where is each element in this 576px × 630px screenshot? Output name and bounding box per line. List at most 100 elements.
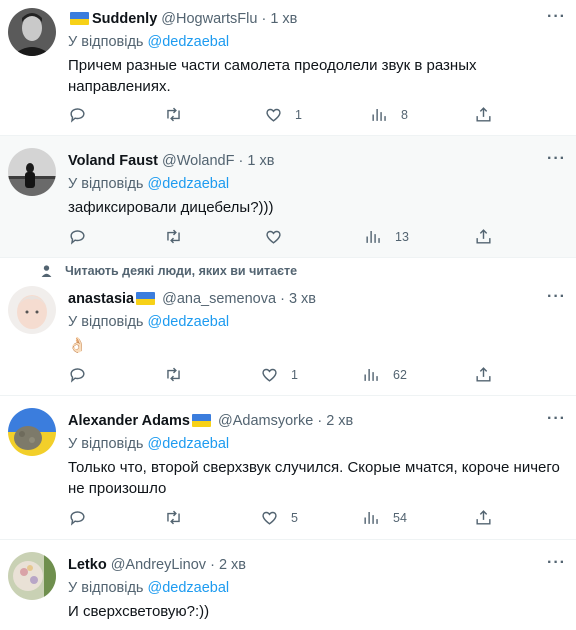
person-icon (41, 265, 52, 277)
reply-prefix: У відповідь (68, 176, 144, 192)
reply-button[interactable] (68, 227, 87, 246)
reply-icon (70, 108, 85, 123)
reply-prefix: У відповідь (68, 580, 144, 596)
retweet-icon (167, 229, 180, 244)
reply-prefix: У відповідь (68, 436, 144, 452)
reply-button[interactable] (68, 105, 87, 124)
timestamp[interactable]: 1 хв (247, 153, 274, 169)
reply-mention-link[interactable]: @dedzaebal (148, 176, 230, 192)
ukraine-flag-icon (191, 414, 211, 427)
more-icon[interactable]: ··· (547, 8, 566, 26)
tweet[interactable]: Letko @AndreyLinov · 2 хв У відповідь @d… (0, 540, 576, 630)
avatar[interactable] (8, 408, 56, 456)
share-button[interactable] (474, 365, 493, 384)
avatar[interactable] (8, 148, 56, 196)
timestamp[interactable]: 1 хв (270, 11, 297, 27)
views-count: 62 (393, 367, 407, 382)
views-icon (366, 230, 380, 243)
share-icon (476, 229, 491, 244)
separator-dot: · (317, 413, 323, 429)
tweet-actions: 5 54 (68, 508, 498, 528)
heart-icon (266, 230, 281, 244)
display-name[interactable]: anastasia (68, 291, 134, 307)
social-context-text: Читають деякі люди, яких ви читаєте (65, 264, 298, 278)
timestamp[interactable]: 3 хв (289, 291, 316, 307)
tweet-header: Suddenly @HogwartsFlu · 1 хв (68, 10, 564, 28)
tweet-actions: 1 62 (68, 365, 498, 385)
like-button[interactable]: 5 (260, 508, 298, 527)
views-button[interactable]: 54 (362, 508, 407, 527)
tweet-text: зафиксировали дицебелы?))) (68, 199, 274, 216)
retweet-button[interactable] (164, 365, 183, 384)
avatar[interactable] (8, 286, 56, 334)
ukraine-flag-icon (136, 292, 156, 305)
tweet-header: Letko @AndreyLinov · 2 хв (68, 556, 564, 574)
like-button[interactable]: 1 (264, 105, 302, 124)
avatar[interactable] (8, 552, 56, 600)
share-button[interactable] (474, 508, 493, 527)
tweet[interactable]: Voland Faust @WolandF · 1 хв У відповідь… (0, 136, 576, 258)
tweet-header: Voland Faust @WolandF · 1 хв (68, 152, 564, 170)
reply-mention-link[interactable]: @dedzaebal (148, 314, 230, 330)
like-button[interactable] (264, 227, 283, 246)
timestamp[interactable]: 2 хв (326, 413, 353, 429)
display-name[interactable]: Alexander Adams (68, 413, 190, 429)
separator-dot: · (280, 291, 285, 307)
views-button[interactable]: 8 (370, 105, 408, 124)
user-handle[interactable]: @AndreyLinov (111, 557, 206, 573)
share-icon (476, 510, 491, 525)
display-name[interactable]: Letko (68, 557, 107, 573)
views-icon (364, 368, 378, 381)
like-button[interactable]: 1 (260, 365, 298, 384)
user-handle[interactable]: @WolandF (162, 153, 234, 169)
more-icon[interactable]: ··· (547, 288, 566, 306)
share-button[interactable] (474, 105, 493, 124)
retweet-icon (167, 107, 180, 122)
tweet-header: Alexander Adams @Adamsyorke · 2 хв (68, 412, 564, 430)
retweet-button[interactable] (164, 227, 183, 246)
more-icon[interactable]: ··· (547, 554, 566, 572)
retweet-button[interactable] (164, 105, 183, 124)
reply-mention-link[interactable]: @dedzaebal (148, 34, 230, 50)
views-button[interactable]: 13 (364, 227, 409, 246)
retweet-icon (167, 510, 180, 525)
reply-mention-link[interactable]: @dedzaebal (148, 436, 230, 452)
user-handle[interactable]: @ana_semenova (162, 291, 276, 307)
like-count: 1 (295, 107, 302, 122)
separator-dot: · (238, 153, 244, 169)
reply-context: У відповідь @dedzaebal (68, 579, 564, 597)
avatar[interactable] (8, 8, 56, 56)
display-name[interactable]: Voland Faust (68, 153, 158, 169)
reply-context: У відповідь @dedzaebal (68, 33, 564, 51)
tweet-text: Причем разные части самолета преодолели … (68, 57, 477, 95)
user-handle[interactable]: @HogwartsFlu (161, 11, 257, 27)
reply-icon (70, 368, 85, 383)
reply-button[interactable] (68, 365, 87, 384)
views-count: 54 (393, 510, 407, 525)
separator-dot: · (261, 11, 267, 27)
more-icon[interactable]: ··· (547, 410, 566, 428)
heart-icon (262, 368, 277, 382)
tweet[interactable]: Alexander Adams @Adamsyorke · 2 хв У від… (0, 396, 576, 540)
more-icon[interactable]: ··· (547, 150, 566, 168)
retweet-button[interactable] (164, 508, 183, 527)
like-count: 5 (291, 510, 298, 525)
tweet-text: Только что, второй сверхзвук случился. С… (68, 459, 560, 497)
timestamp[interactable]: 2 хв (219, 557, 246, 573)
reply-context: У відповідь @dedzaebal (68, 175, 564, 193)
ukraine-flag-icon (70, 12, 89, 25)
social-context: Читають деякі люди, яких ви читаєте (40, 264, 297, 278)
tweet[interactable]: Читають деякі люди, яких ви читаєте anas… (0, 258, 576, 396)
share-button[interactable] (474, 227, 493, 246)
reply-mention-link[interactable]: @dedzaebal (148, 580, 230, 596)
views-icon (372, 108, 386, 121)
user-handle[interactable]: @Adamsyorke (218, 413, 313, 429)
tweet[interactable]: Suddenly @HogwartsFlu · 1 хв У відповідь… (0, 0, 576, 136)
tweet-actions: 13 (68, 227, 498, 247)
reply-button[interactable] (68, 508, 87, 527)
separator-dot: · (210, 557, 215, 573)
views-count: 13 (395, 229, 409, 244)
views-button[interactable]: 62 (362, 365, 407, 384)
display-name[interactable]: Suddenly (92, 11, 157, 27)
like-count: 1 (291, 367, 298, 382)
